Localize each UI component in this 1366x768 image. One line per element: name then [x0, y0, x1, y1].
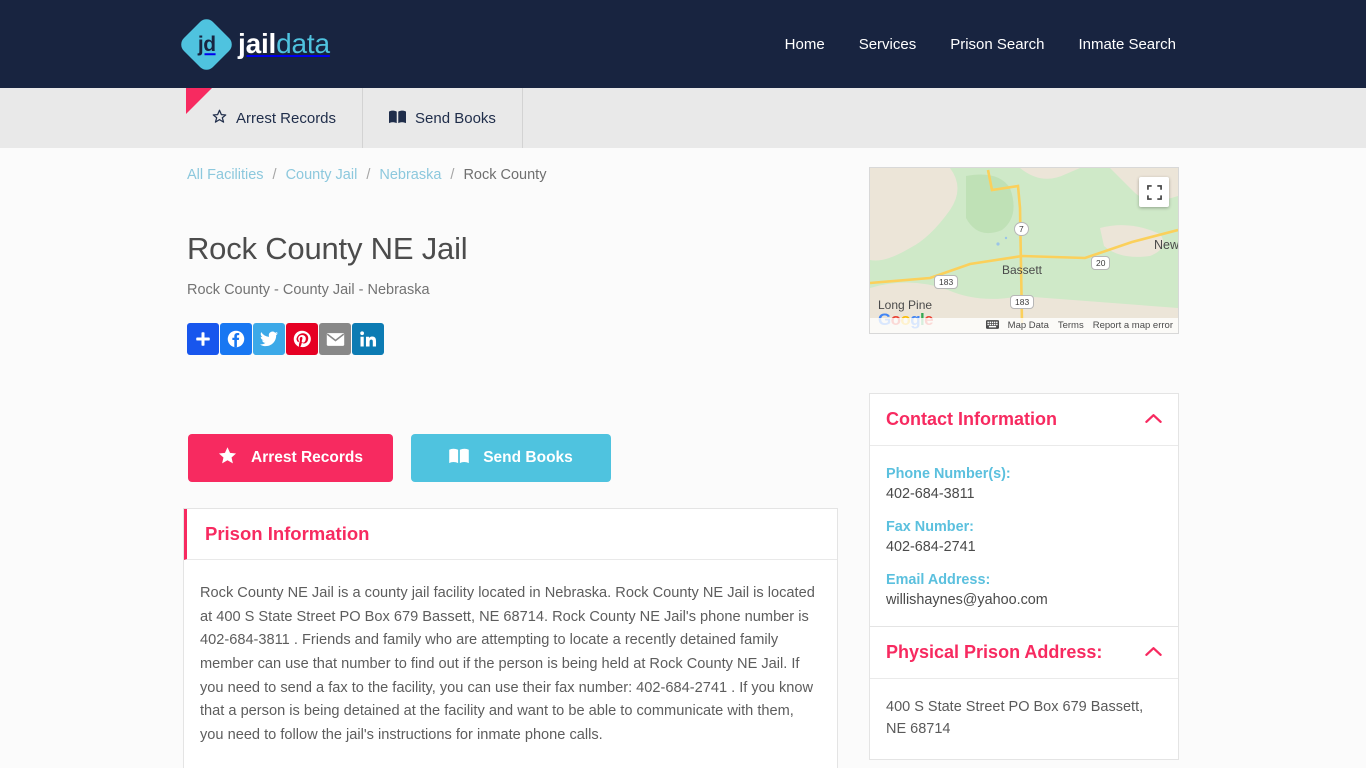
brand-wordmark: jaildata — [238, 28, 330, 60]
nav-item-inmate-search[interactable]: Inmate Search — [1078, 36, 1176, 53]
brand-word-jail: jail — [238, 28, 277, 59]
twitter-share-button[interactable] — [253, 323, 285, 355]
email-label: Email Address: — [886, 572, 991, 588]
tab-send-books-label: Send Books — [415, 109, 496, 127]
open-book-icon — [449, 448, 469, 469]
linkedin-share-button[interactable] — [352, 323, 384, 355]
star-icon — [212, 109, 227, 127]
map-route-shield-20: 20 — [1091, 256, 1111, 271]
secondary-tabbar: Arrest Records Send Books — [0, 88, 1366, 148]
chevron-up-icon[interactable] — [1145, 411, 1162, 428]
tab-send-books[interactable]: Send Books — [363, 88, 523, 148]
contact-information-panel: Contact Information Phone Number(s): 402… — [869, 393, 1179, 627]
arrest-records-button[interactable]: Arrest Records — [188, 434, 393, 482]
main-column: All Facilities / County Jail / Nebraska … — [183, 167, 838, 768]
sidebar-column: Bassett New Long Pine 7 20 183 183 Googl… — [869, 167, 1179, 768]
map-report-error-link[interactable]: Report a map error — [1093, 320, 1173, 331]
page-body: All Facilities / County Jail / Nebraska … — [0, 148, 1366, 768]
jd-diamond-icon: jd — [177, 15, 236, 73]
physical-address-value: 400 S State Street PO Box 679 Bassett, N… — [886, 699, 1144, 738]
breadcrumb-current: Rock County — [463, 167, 547, 183]
breadcrumb-separator: / — [450, 167, 455, 183]
map-terms-link[interactable]: Terms — [1058, 320, 1084, 331]
page-title: Rock County NE Jail — [187, 231, 468, 266]
contact-information-header[interactable]: Contact Information — [870, 394, 1178, 446]
tab-arrest-records[interactable]: Arrest Records — [186, 88, 364, 148]
physical-address-heading: Physical Prison Address: — [886, 642, 1103, 662]
arrest-records-button-label: Arrest Records — [251, 449, 363, 466]
prison-info-paragraph-1: Rock County NE Jail is a county jail fac… — [200, 585, 815, 743]
breadcrumb-all-facilities[interactable]: All Facilities — [187, 167, 264, 183]
addthis-share-button[interactable] — [187, 323, 219, 355]
breadcrumb: All Facilities / County Jail / Nebraska … — [183, 167, 838, 183]
physical-address-header[interactable]: Physical Prison Address: — [870, 627, 1178, 679]
site-header: jd jaildata Home Services Prison Search … — [0, 0, 1366, 88]
breadcrumb-county-jail[interactable]: County Jail — [286, 167, 358, 183]
contact-information-body: Phone Number(s): 402-684-3811 Fax Number… — [870, 446, 1178, 626]
pinterest-share-button[interactable] — [286, 323, 318, 355]
facebook-share-button[interactable] — [220, 323, 252, 355]
physical-address-body: 400 S State Street PO Box 679 Bassett, N… — [870, 679, 1178, 759]
tab-arrest-records-label: Arrest Records — [236, 109, 337, 127]
breadcrumb-separator: / — [272, 167, 277, 183]
email-share-button[interactable] — [319, 323, 351, 355]
phone-label: Phone Number(s): — [886, 466, 1011, 482]
primary-action-buttons: Arrest Records Send Books — [188, 434, 838, 482]
prison-information-body: Rock County NE Jail is a county jail fac… — [184, 560, 837, 768]
logo-initials: jd — [197, 32, 216, 56]
phone-value: 402-684-3811 — [886, 486, 975, 502]
map-route-shield-7: 7 — [1014, 222, 1029, 237]
corner-ribbon-decoration — [186, 88, 212, 114]
contact-information-heading: Contact Information — [886, 409, 1057, 429]
prison-information-heading: Prison Information — [205, 523, 370, 544]
fax-value: 402-684-2741 — [886, 539, 976, 555]
prison-information-card: Prison Information Rock County NE Jail i… — [183, 508, 838, 768]
map-data-link[interactable]: Map Data — [1008, 320, 1049, 331]
star-icon — [218, 446, 237, 470]
fax-label: Fax Number: — [886, 519, 974, 535]
chevron-up-icon[interactable] — [1145, 644, 1162, 661]
prison-information-header: Prison Information — [184, 509, 837, 560]
fullscreen-icon — [1146, 184, 1162, 200]
nav-item-prison-search[interactable]: Prison Search — [950, 36, 1044, 53]
send-books-button-label: Send Books — [483, 449, 573, 466]
map-label-bassett: Bassett — [1002, 263, 1043, 277]
send-books-button[interactable]: Send Books — [411, 434, 611, 482]
map-label-new: New — [1154, 238, 1179, 252]
location-map[interactable]: Bassett New Long Pine 7 20 183 183 Googl… — [869, 167, 1179, 334]
map-footer-bar: Map Data Terms Report a map error — [870, 318, 1178, 333]
map-route-shield-183-west: 183 — [934, 275, 959, 290]
physical-address-panel: Physical Prison Address: 400 S State Str… — [869, 627, 1179, 760]
breadcrumb-separator: / — [366, 167, 371, 183]
nav-item-home[interactable]: Home — [785, 36, 825, 53]
email-value: willishaynes@yahoo.com — [886, 592, 1048, 608]
brand-word-data: data — [276, 28, 330, 59]
keyboard-icon[interactable] — [985, 319, 999, 332]
page-subtitle: Rock County - County Jail - Nebraska — [187, 282, 430, 298]
breadcrumb-nebraska[interactable]: Nebraska — [379, 167, 441, 183]
nav-item-services[interactable]: Services — [859, 36, 917, 53]
primary-navigation: Home Services Prison Search Inmate Searc… — [785, 36, 1176, 53]
map-route-shield-183-south: 183 — [1010, 295, 1035, 310]
open-book-icon — [389, 110, 407, 127]
social-share-bar — [187, 323, 838, 355]
site-logo[interactable]: jd jaildata — [177, 15, 330, 73]
map-fullscreen-button[interactable] — [1139, 177, 1169, 207]
